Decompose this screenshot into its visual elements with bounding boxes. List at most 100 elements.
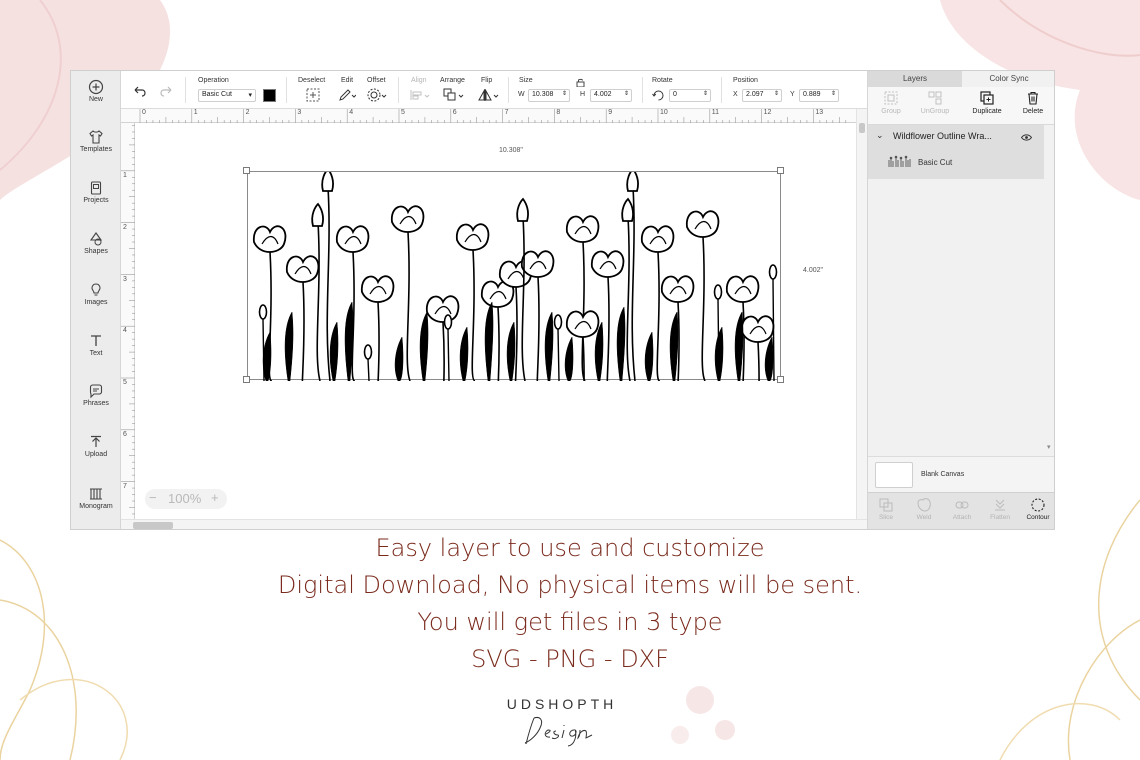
y-value: 0.889 xyxy=(803,91,821,98)
align-icon[interactable] xyxy=(409,88,431,102)
zoom-in-button[interactable]: + xyxy=(211,490,219,505)
position-label: Position xyxy=(733,77,758,84)
rail-monogram-button[interactable]: Monogram xyxy=(71,486,121,529)
weld-button[interactable]: Weld xyxy=(905,498,943,521)
chevron-down-icon: ▾ xyxy=(248,92,252,99)
resize-handle[interactable] xyxy=(777,376,784,383)
canvas-vertical-scrollbar[interactable] xyxy=(856,109,867,519)
flip-icon[interactable] xyxy=(478,88,500,102)
rail-projects-button[interactable]: Projects xyxy=(71,180,121,226)
chevron-down-icon[interactable]: ⌄ xyxy=(876,130,884,141)
caption-line-4: SVG - PNG - DXF xyxy=(471,645,669,673)
top-toolbar: Operation Basic Cut ▾ Deselect Edit Offse… xyxy=(121,71,867,109)
stepper-icon: ⇕ xyxy=(702,91,708,97)
delete-button[interactable]: Delete xyxy=(1010,91,1054,115)
caption-line-1: Easy layer to use and customize xyxy=(375,534,765,562)
undo-icon[interactable] xyxy=(133,85,147,97)
resize-handle[interactable] xyxy=(243,167,250,174)
zoom-out-button[interactable]: − xyxy=(149,490,157,505)
selected-design[interactable] xyxy=(247,167,781,428)
offset-icon[interactable] xyxy=(367,88,387,102)
ungroup-button[interactable]: UnGroup xyxy=(912,91,958,115)
attach-button[interactable]: Attach xyxy=(943,498,981,521)
operation-color-swatch[interactable] xyxy=(263,89,276,102)
edit-pencil-icon[interactable] xyxy=(338,88,356,102)
rotate-input[interactable]: 0 ⇕ xyxy=(669,89,711,102)
contour-button[interactable]: Contour xyxy=(1019,498,1054,521)
height-dimension-label: 4.002" xyxy=(803,267,824,274)
slice-icon xyxy=(879,498,893,512)
rail-new-button[interactable]: New xyxy=(71,79,121,125)
scroll-down-icon: ▾ xyxy=(1047,444,1051,451)
rail-label: Shapes xyxy=(84,248,108,255)
layer-thumbnail-icon xyxy=(888,155,911,167)
contour-label: Contour xyxy=(1026,514,1050,521)
tab-color-sync[interactable]: Color Sync xyxy=(962,71,1054,87)
redo-icon[interactable] xyxy=(159,85,173,97)
design-canvas[interactable]: 10.308" 4.002" − 100% + xyxy=(135,123,856,519)
ruler-number: 2 xyxy=(123,223,127,231)
blank-canvas-row[interactable]: Blank Canvas xyxy=(868,456,1054,492)
ruler-number: 7 xyxy=(504,109,509,116)
chat-bubble-icon xyxy=(89,384,103,399)
layer-group-row[interactable]: ⌄ Wildflower Outline Wra... Basic Cut xyxy=(868,125,1044,179)
monogram-icon xyxy=(90,488,102,500)
eye-icon[interactable] xyxy=(1021,134,1032,141)
operation-select[interactable]: Basic Cut ▾ xyxy=(198,89,256,102)
ruler-number: 6 xyxy=(123,431,127,438)
duplicate-button[interactable]: Duplicate xyxy=(964,91,1010,115)
rail-label: Images xyxy=(84,299,108,306)
y-position-input[interactable]: 0.889 ⇕ xyxy=(799,89,839,102)
rail-phrases-button[interactable]: Phrases xyxy=(71,383,121,429)
ruler-number: 4 xyxy=(349,109,354,116)
layers-panel: Layers Color Sync Group UnGroup Duplicat… xyxy=(867,71,1054,529)
flatten-button[interactable]: Flatten xyxy=(981,498,1019,521)
rail-text-button[interactable]: Text xyxy=(71,333,121,379)
blank-canvas-swatch[interactable] xyxy=(875,462,913,488)
stepper-icon: ⇕ xyxy=(623,91,629,97)
flatten-label: Flatten xyxy=(990,514,1010,521)
plus-circle-icon xyxy=(88,79,104,95)
ruler-number: 0 xyxy=(142,109,146,116)
rail-label: Monogram xyxy=(79,503,113,510)
edit-label: Edit xyxy=(341,77,354,84)
rail-label: Projects xyxy=(83,197,109,204)
lock-icon[interactable] xyxy=(576,78,585,87)
stepper-icon: ⇕ xyxy=(561,91,567,97)
group-icon xyxy=(884,91,898,105)
duplicate-label: Duplicate xyxy=(972,108,1002,115)
attach-icon xyxy=(955,501,969,509)
zoom-control: − 100% + xyxy=(145,489,227,509)
canvas-horizontal-scrollbar[interactable] xyxy=(121,519,867,529)
panel-scrollbar[interactable]: ▾ xyxy=(1046,125,1054,455)
ruler-number: 4 xyxy=(123,327,127,335)
horizontal-ruler: 0 1 2 3 4 5 6 7 8 9 10 11 12 13 xyxy=(121,109,856,123)
ruler-number: 5 xyxy=(123,379,127,387)
rail-images-button[interactable]: Images xyxy=(71,282,121,328)
slice-button[interactable]: Slice xyxy=(867,498,905,521)
resize-handle[interactable] xyxy=(777,167,784,174)
rail-shapes-button[interactable]: Shapes xyxy=(71,231,121,277)
caption-line-3: You will get files in 3 type xyxy=(417,608,723,636)
arrange-icon[interactable] xyxy=(443,88,465,102)
group-button[interactable]: Group xyxy=(868,91,914,115)
folder-icon xyxy=(90,181,102,195)
rail-upload-button[interactable]: Upload xyxy=(71,434,121,480)
rail-templates-button[interactable]: Templates xyxy=(71,129,121,175)
x-position-input[interactable]: 2.097 ⇕ xyxy=(742,89,782,102)
stepper-icon: ⇕ xyxy=(773,91,779,97)
width-input[interactable]: 10.308 ⇕ xyxy=(528,89,570,102)
resize-handle[interactable] xyxy=(243,376,250,383)
width-value: 10.308 xyxy=(532,91,554,98)
flip-label: Flip xyxy=(481,77,493,84)
ruler-number: 12 xyxy=(763,109,772,116)
weld-label: Weld xyxy=(916,514,932,521)
height-input[interactable]: 4.002 ⇕ xyxy=(590,89,632,102)
contour-icon xyxy=(1031,498,1045,512)
deselect-icon[interactable] xyxy=(306,88,320,102)
ruler-ticks xyxy=(139,109,847,123)
caption-line-2: Digital Download, No physical items will… xyxy=(277,571,863,599)
ruler-number: 1 xyxy=(123,172,127,179)
ruler-ticks xyxy=(121,125,135,515)
tab-layers[interactable]: Layers xyxy=(868,71,962,87)
